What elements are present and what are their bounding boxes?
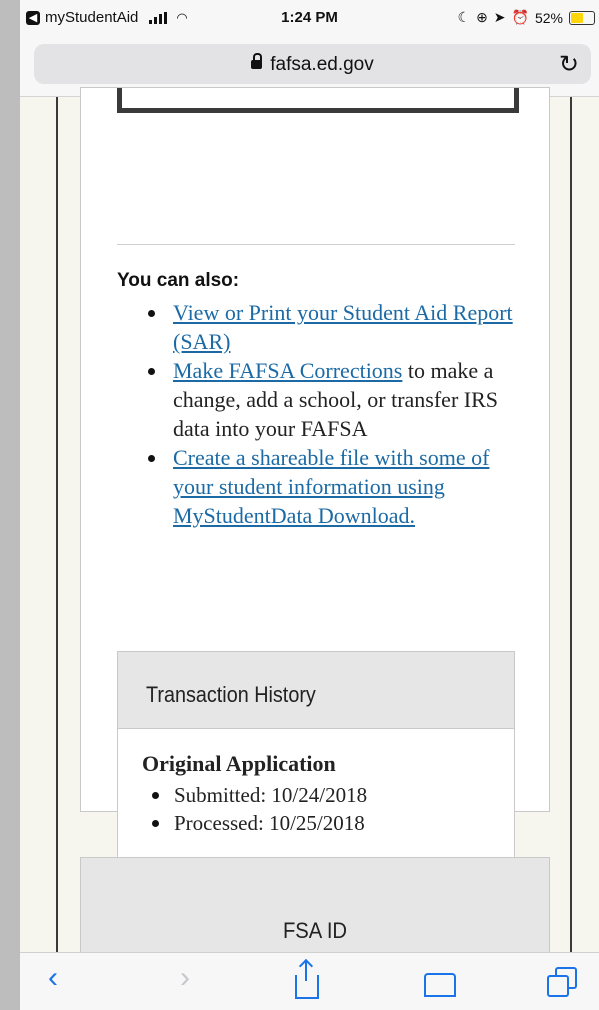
- share-icon[interactable]: [295, 961, 319, 999]
- transaction-history-panel: Transaction History Original Application…: [117, 651, 515, 867]
- alarm-icon: ⏰: [511, 9, 529, 25]
- transaction-history-title: Transaction History: [146, 682, 316, 707]
- original-application-heading: Original Application: [142, 751, 336, 776]
- lock-icon: [251, 53, 263, 69]
- url-display[interactable]: fafsa.ed.gov: [34, 53, 591, 76]
- reload-icon[interactable]: ↻: [559, 50, 579, 79]
- forward-chevron-icon[interactable]: ›: [180, 961, 190, 995]
- location-icon: ➤: [493, 9, 506, 25]
- page-border-right: [570, 97, 572, 952]
- bordered-box-bottom: [117, 88, 519, 113]
- tabs-icon[interactable]: [547, 967, 577, 997]
- status-right: ☾ ⊕ ➤ ⏰ 52%: [457, 9, 595, 26]
- fsa-id-title: FSA ID: [282, 918, 348, 943]
- rotation-lock-icon: ⊕: [476, 9, 488, 25]
- transaction-list: Submitted: 10/24/2018 Processed: 10/25/2…: [142, 781, 367, 837]
- also-heading: You can also:: [117, 270, 240, 291]
- status-bar: ◀ myStudentAid ◠ 1:24 PM ☾ ⊕ ➤ ⏰ 52%: [20, 0, 599, 36]
- make-corrections-link[interactable]: Make FAFSA Corrections: [173, 358, 402, 383]
- view-print-sar-link[interactable]: View or Print your Student Aid Report (S…: [173, 300, 513, 354]
- do-not-disturb-icon: ☾: [457, 9, 471, 25]
- transaction-item: Submitted: 10/24/2018: [142, 781, 367, 809]
- divider: [117, 244, 515, 245]
- list-item: Make FAFSA Corrections to make a change,…: [117, 356, 517, 443]
- list-item: View or Print your Student Aid Report (S…: [117, 298, 517, 356]
- action-links: View or Print your Student Aid Report (S…: [117, 298, 517, 530]
- mystudentdata-download-link[interactable]: Create a shareable file with some of you…: [173, 445, 489, 528]
- browser-toolbar: ‹ ›: [20, 952, 599, 1010]
- address-bar[interactable]: fafsa.ed.gov ↻: [34, 44, 591, 84]
- back-chevron-icon[interactable]: ‹: [48, 961, 58, 995]
- phone-screen: ◀ myStudentAid ◠ 1:24 PM ☾ ⊕ ➤ ⏰ 52% faf…: [20, 0, 599, 1010]
- content-card: You can also: View or Print your Student…: [80, 87, 550, 867]
- book-icon[interactable]: [424, 973, 456, 997]
- list-item: Create a shareable file with some of you…: [117, 443, 517, 530]
- transaction-item: Processed: 10/25/2018: [142, 809, 367, 837]
- web-page: You can also: View or Print your Student…: [20, 87, 599, 999]
- battery-percent: 52%: [534, 9, 563, 26]
- battery-icon: [569, 10, 595, 25]
- page-border-left: [56, 97, 58, 952]
- url-text: fafsa.ed.gov: [270, 54, 374, 75]
